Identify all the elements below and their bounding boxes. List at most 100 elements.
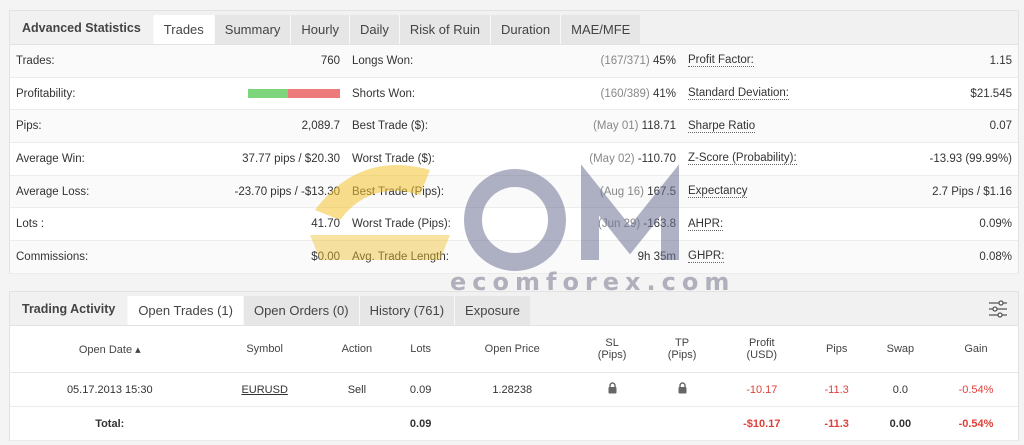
tab-daily[interactable]: Daily xyxy=(348,15,399,44)
stat-value-group: 1.15 xyxy=(990,55,1012,67)
open-price-cell: 1.28238 xyxy=(447,372,578,407)
stat-row: Pips: 2,089.7 xyxy=(10,110,346,144)
symbol-link[interactable]: EURUSD xyxy=(209,372,320,407)
stat-value-group: (May 01) 118.71 xyxy=(593,120,676,132)
stat-row: Worst Trade ($): (May 02) -110.70 xyxy=(346,143,682,176)
stat-label: Avg. Trade Length: xyxy=(352,250,449,263)
stat-detail: (May 01) xyxy=(593,120,639,133)
stats-title: Advanced Statistics xyxy=(22,20,141,35)
stat-value: 0.07 xyxy=(989,120,1012,133)
stat-row: AHPR: 0.09% xyxy=(682,208,1018,242)
stat-label: Average Win: xyxy=(16,152,85,165)
filter-settings-icon[interactable] xyxy=(988,299,1008,319)
profitability-bar xyxy=(248,89,340,99)
stat-value-group: 2.7 Pips / $1.16 xyxy=(932,186,1012,198)
column-header[interactable]: Open Date ▴ xyxy=(10,326,210,373)
stat-row: Commissions: $0.00 xyxy=(10,241,346,274)
stat-detail: (Aug 16) xyxy=(599,185,645,198)
tab-trades[interactable]: Trades xyxy=(152,15,214,44)
pips-cell: -11.3 xyxy=(806,372,867,407)
stat-value-group: 2,089.7 xyxy=(302,120,340,132)
stat-label[interactable]: Z-Score (Probability): xyxy=(688,152,797,166)
tab-open-trades[interactable]: Open Trades (1) xyxy=(127,296,243,325)
stat-value: $0.00 xyxy=(311,250,340,263)
stat-value-group: (167/371) 45% xyxy=(601,55,676,67)
stat-value: 45% xyxy=(652,54,676,67)
stat-row: Profitability: xyxy=(10,78,346,111)
stat-value-group: (May 02) -110.70 xyxy=(589,153,676,165)
stat-value-group: (Jun 29) -163.8 xyxy=(598,218,676,230)
tab-history[interactable]: History (761) xyxy=(358,296,455,325)
stat-value-group xyxy=(248,89,340,99)
stat-row: Shorts Won: (160/389) 41% xyxy=(346,78,682,111)
stat-row: Longs Won: (167/371) 45% xyxy=(346,45,682,78)
stat-row: Standard Deviation: $21.545 xyxy=(682,78,1018,111)
tab-duration[interactable]: Duration xyxy=(489,15,561,44)
trading-activity-panel: Trading Activity Open Trades (1) Open Or… xyxy=(9,291,1019,441)
tab-mae-mfe[interactable]: MAE/MFE xyxy=(560,15,641,44)
stat-row: Z-Score (Probability): -13.93 (99.99%) xyxy=(682,143,1018,176)
profitability-lost-fill xyxy=(287,89,340,99)
stat-value: -110.70 xyxy=(637,152,676,165)
stat-value: 1.15 xyxy=(989,54,1012,67)
column-header: Symbol xyxy=(209,326,320,373)
stat-label: Best Trade (Pips): xyxy=(352,185,445,198)
symbol-text[interactable]: EURUSD xyxy=(241,384,287,396)
stat-label: Pips: xyxy=(16,120,42,133)
total-pips: -11.3 xyxy=(806,406,867,441)
stat-value: 41.70 xyxy=(311,218,340,231)
stat-detail: (May 02) xyxy=(589,152,635,165)
stat-row: Worst Trade (Pips): (Jun 29) -163.8 xyxy=(346,208,682,242)
stat-label[interactable]: Profit Factor: xyxy=(688,54,754,68)
stats-grid: Trades: 760 Profitability: Pips: 2,089.7 Aver… xyxy=(10,45,1018,274)
stat-label[interactable]: Expectancy xyxy=(688,185,748,199)
stat-value: 2,089.7 xyxy=(301,120,340,133)
column-header: SL (Pips) xyxy=(577,326,648,373)
stat-value-group: $0.00 xyxy=(311,251,340,263)
stat-value-group: (Aug 16) 167.5 xyxy=(600,186,676,198)
tab-summary[interactable]: Summary xyxy=(213,15,291,44)
column-header: Profit (USD) xyxy=(717,326,807,373)
stat-row: Average Win: 37.77 pips / $20.30 xyxy=(10,143,346,176)
stat-value: 760 xyxy=(320,54,340,67)
stat-value-group: -13.93 (99.99%) xyxy=(930,153,1012,165)
stat-label[interactable]: Sharpe Ratio xyxy=(688,120,756,133)
stat-value: -13.93 (99.99%) xyxy=(929,152,1012,165)
column-header: TP (Pips) xyxy=(647,326,718,373)
stats-column-2: Longs Won: (167/371) 45% Shorts Won: (160/3… xyxy=(346,45,682,274)
stat-value-group: 41.70 xyxy=(311,218,340,230)
stat-row: Expectancy 2.7 Pips / $1.16 xyxy=(682,175,1018,209)
stat-row: Average Loss: -23.70 pips / -$13.30 xyxy=(10,175,346,209)
lots-cell: 0.09 xyxy=(393,372,448,407)
total-profit: -$10.17 xyxy=(717,406,807,441)
stat-row: Lots : 41.70 xyxy=(10,208,346,242)
table-row: 05.17.2013 15:30 EURUSD Sell 0.09 1.2823… xyxy=(10,372,1018,407)
stat-label[interactable]: Standard Deviation: xyxy=(688,87,790,101)
profit-cell: -10.17 xyxy=(717,372,807,407)
open-date-cell: 05.17.2013 15:30 xyxy=(10,372,210,407)
stat-label[interactable]: GHPR: xyxy=(688,250,725,264)
stat-value: 167.5 xyxy=(647,185,676,198)
table-header: Open Date ▴ Symbol Action Lots Open Price SL … xyxy=(10,326,1018,373)
total-label: Total: xyxy=(10,406,210,441)
stat-value: 37.77 pips / $20.30 xyxy=(242,152,340,165)
stat-value-group: 0.07 xyxy=(990,120,1012,132)
stat-detail: (160/389) xyxy=(600,87,650,100)
stat-label: Best Trade ($): xyxy=(352,120,429,133)
stat-value: -23.70 pips / -$13.30 xyxy=(234,185,341,198)
tab-risk-of-ruin[interactable]: Risk of Ruin xyxy=(398,15,490,44)
lock-icon xyxy=(678,382,687,394)
tab-hourly[interactable]: Hourly xyxy=(290,15,349,44)
stat-value: 2.7 Pips / $1.16 xyxy=(932,185,1012,198)
tab-open-orders[interactable]: Open Orders (0) xyxy=(242,296,359,325)
stat-label[interactable]: AHPR: xyxy=(688,218,724,231)
stat-label: Average Loss: xyxy=(16,185,90,198)
activity-tab-bar: Trading Activity Open Trades (1) Open Or… xyxy=(10,292,1018,326)
stats-tab-bar: Advanced Statistics Trades Summary Hourl… xyxy=(10,11,1018,45)
stat-label: Shorts Won: xyxy=(352,87,416,100)
stat-row: Sharpe Ratio 0.07 xyxy=(682,110,1018,144)
tab-exposure[interactable]: Exposure xyxy=(454,296,530,325)
stat-row: Profit Factor: 1.15 xyxy=(682,45,1018,78)
stat-detail: (Jun 29) xyxy=(598,218,641,231)
stat-label: Longs Won: xyxy=(352,54,414,67)
